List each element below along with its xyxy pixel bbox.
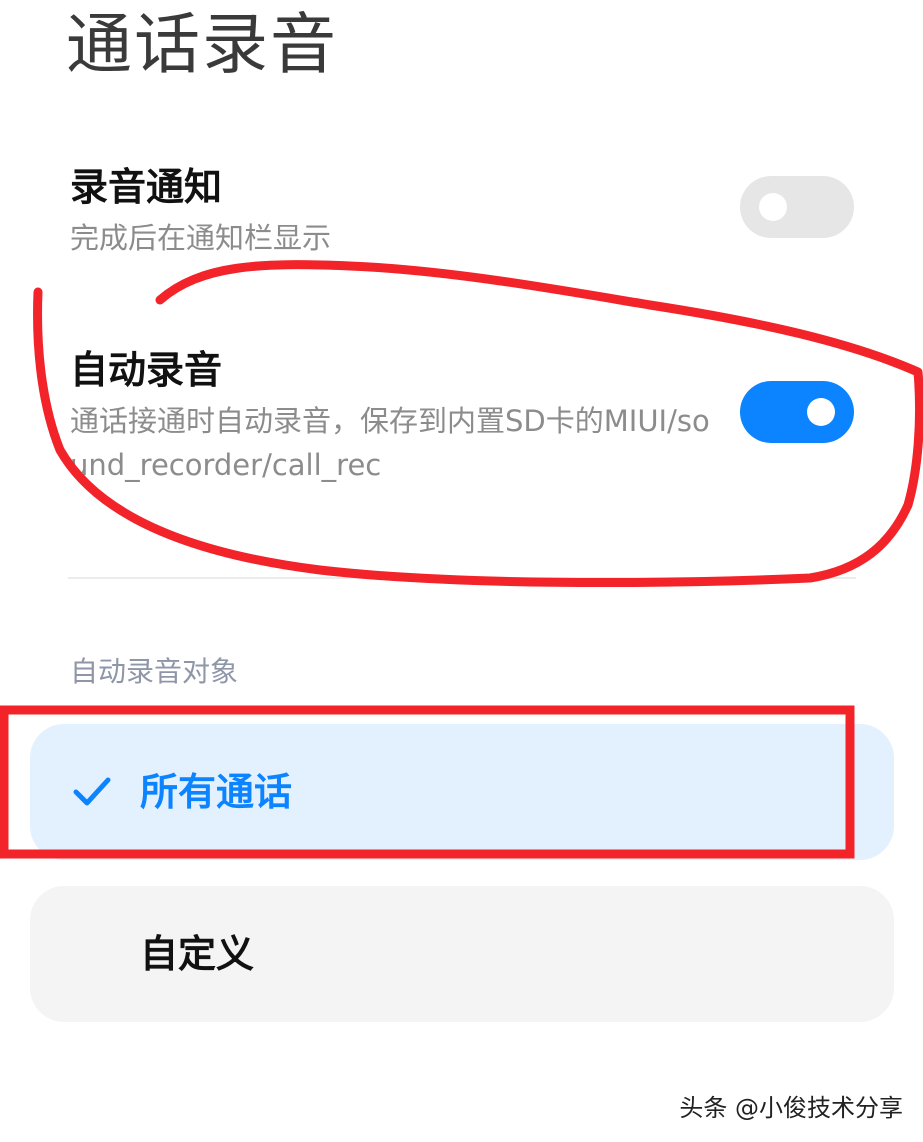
toggle-knob (759, 193, 787, 221)
auto-record-description: 通话接通时自动录音，保存到内置SD卡的MIUI/sound_recorder/c… (70, 404, 710, 482)
watermark: 头条 @小俊技术分享 (679, 1094, 903, 1122)
auto-record-title: 自动录音 (70, 348, 223, 392)
option-all-calls-label: 所有通话 (140, 770, 293, 814)
recording-notification-row[interactable]: 录音通知 完成后在通知栏显示 (0, 150, 923, 260)
auto-record-target-header: 自动录音对象 (70, 655, 239, 688)
recording-notification-title: 录音通知 (70, 165, 223, 209)
toggle-knob (807, 398, 835, 426)
section-divider (68, 577, 856, 579)
page-title: 通话录音 (66, 6, 338, 83)
auto-record-toggle[interactable] (740, 381, 854, 443)
recording-notification-toggle[interactable] (740, 176, 854, 238)
option-custom[interactable]: 自定义 (30, 886, 894, 1022)
auto-record-row[interactable]: 自动录音 通话接通时自动录音，保存到内置SD卡的MIUI/sound_recor… (0, 335, 923, 505)
recording-notification-description: 完成后在通知栏显示 (70, 221, 332, 255)
checkmark-icon (73, 777, 111, 806)
option-all-calls[interactable]: 所有通话 (30, 724, 894, 860)
option-custom-label: 自定义 (140, 932, 255, 976)
